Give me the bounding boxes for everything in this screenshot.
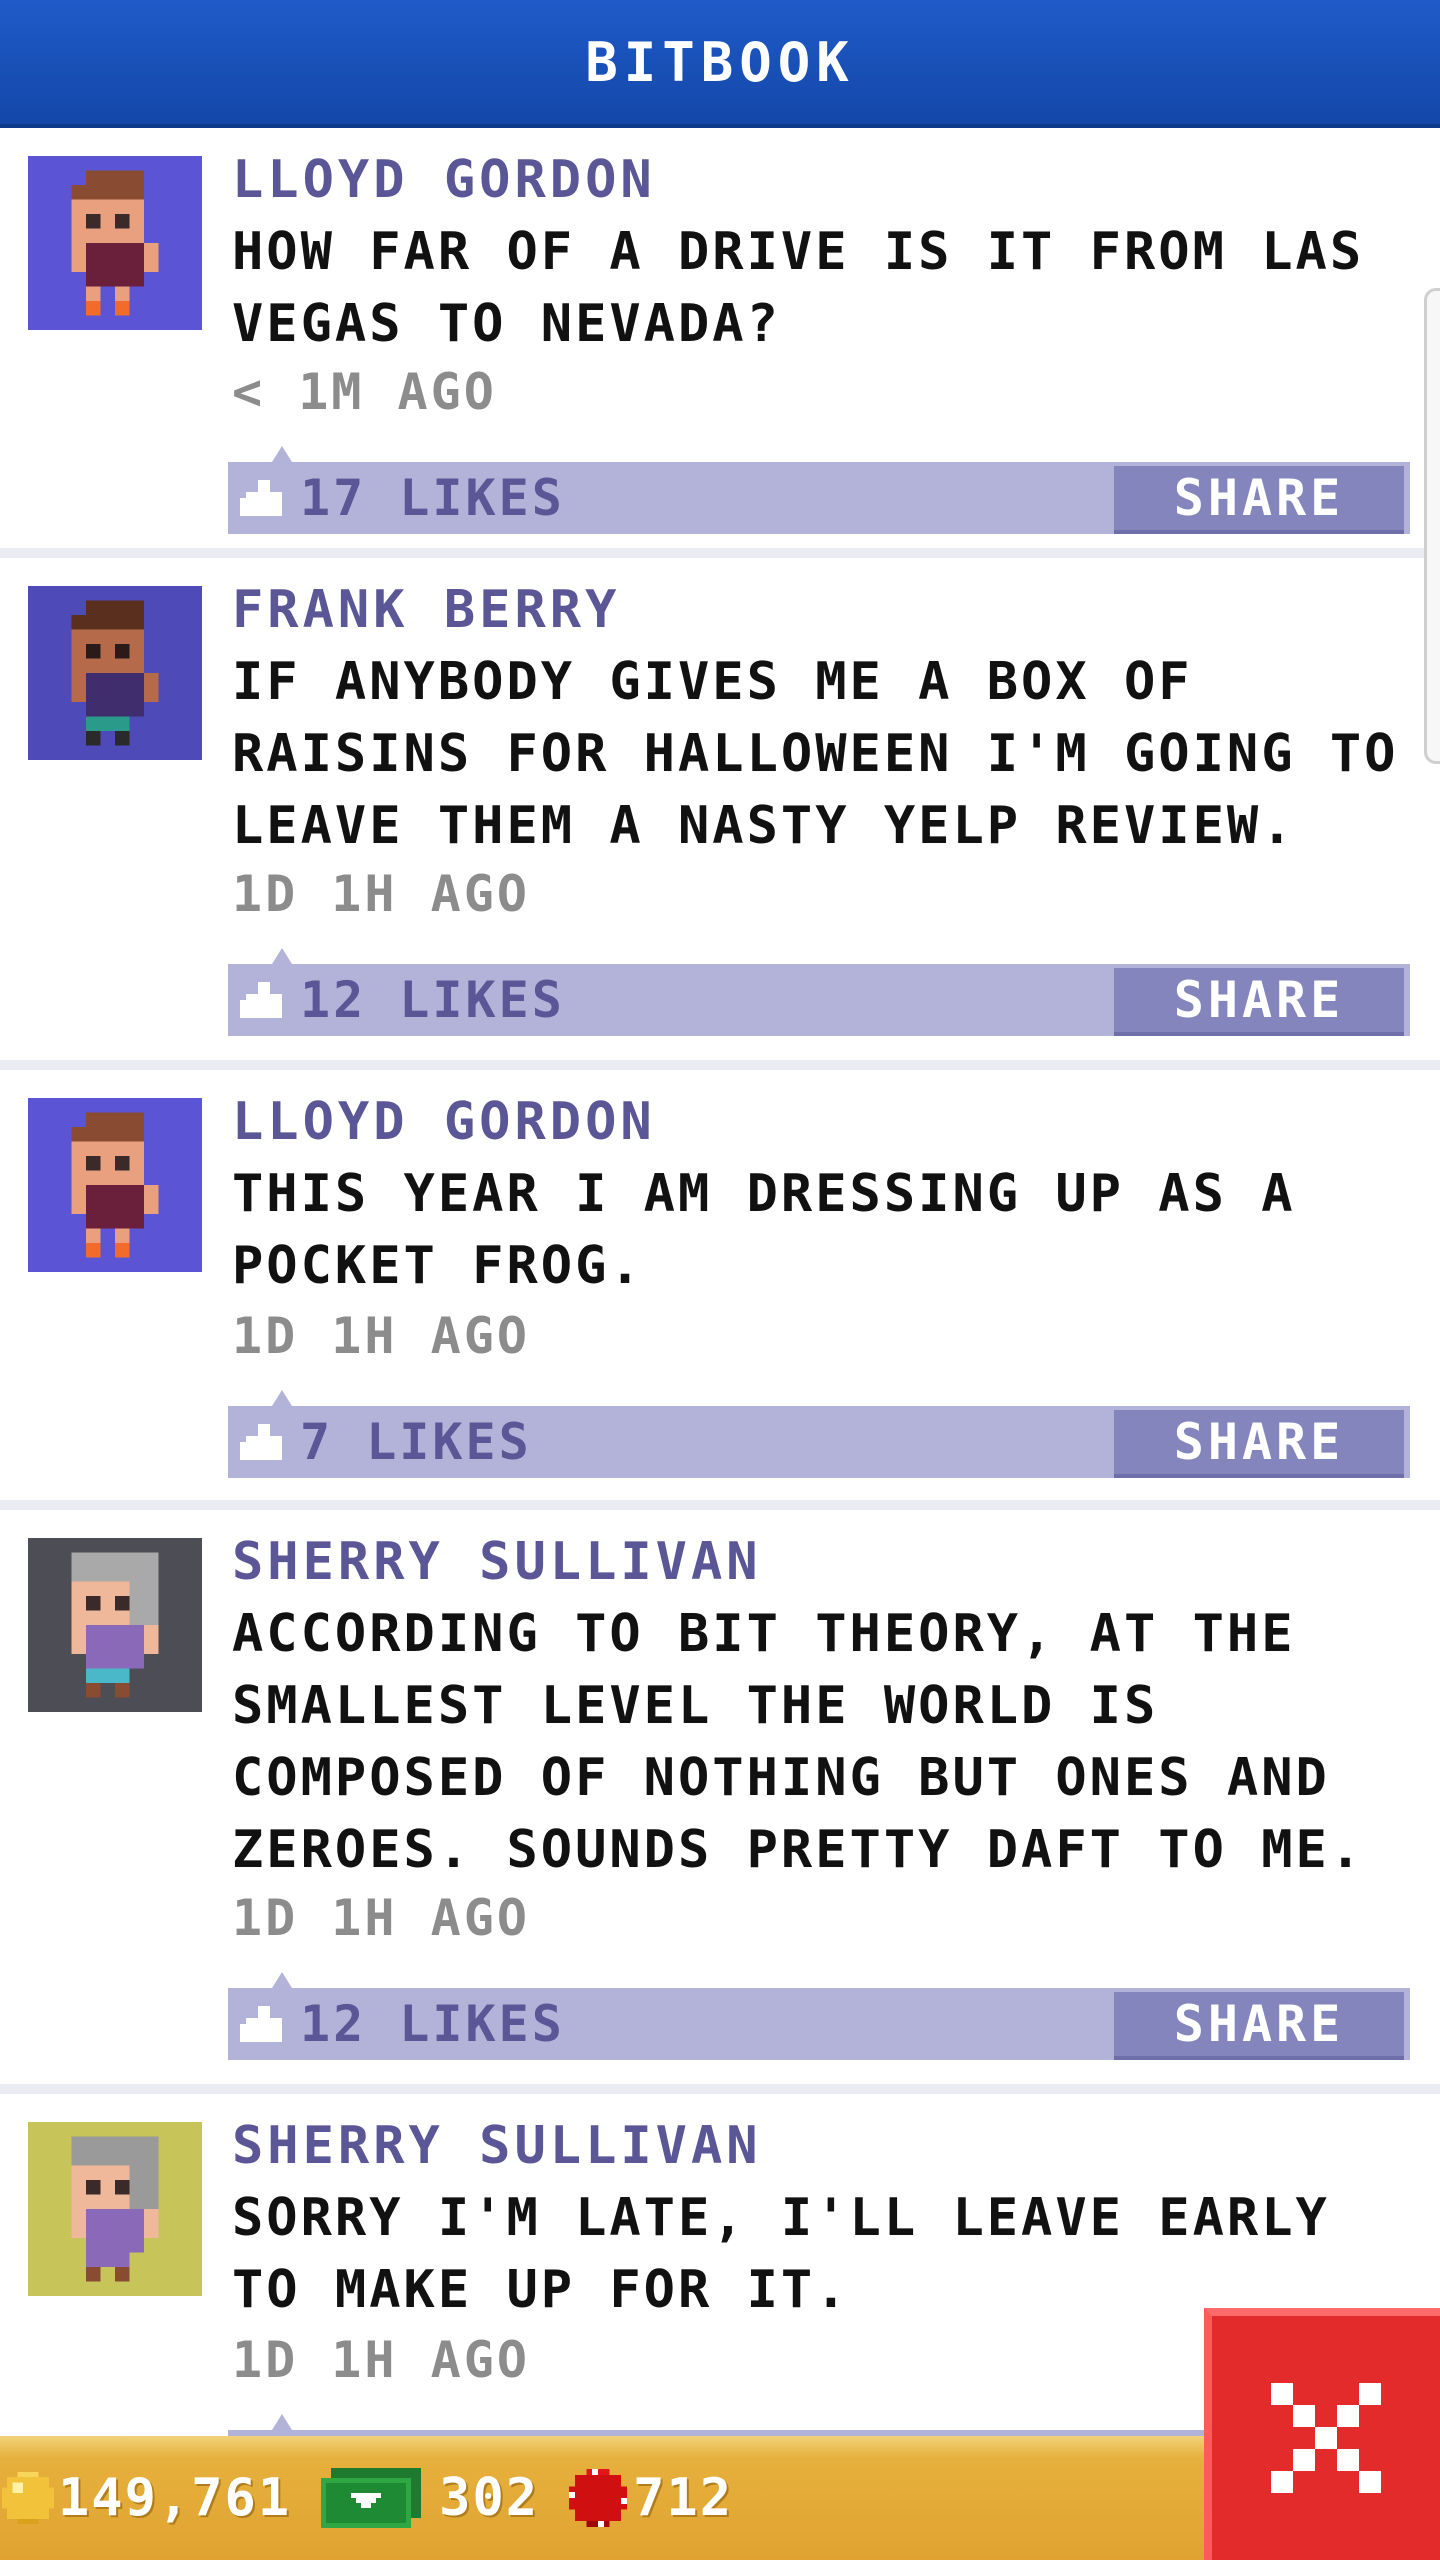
app-header: BITBOOK [0, 0, 1440, 128]
thumbs-up-icon[interactable] [240, 474, 288, 522]
avatar[interactable] [28, 156, 202, 330]
post-time: < 1M AGO [232, 363, 497, 421]
post-author: FRANK BERRY [232, 580, 621, 640]
likes-count: 17 LIKES [300, 469, 565, 527]
post-separator [0, 1060, 1440, 1070]
post-separator [0, 1500, 1440, 1510]
post-text: IF ANYBODY GIVES ME A BOX OF RAISINS FOR… [232, 652, 1399, 856]
bux-stat: 302 [291, 2468, 539, 2528]
share-button[interactable]: SHARE [1114, 968, 1404, 1036]
close-icon [1271, 2383, 1381, 2493]
post-text: ACCORDING TO BIT THEORY, AT THE SMALLEST… [232, 1604, 1365, 1880]
likes-bar: 12 LIKES SHARE [228, 948, 1410, 1036]
cash-icon [321, 2468, 422, 2528]
post-text: HOW FAR OF A DRIVE IS IT FROM LAS VEGAS … [232, 222, 1365, 354]
feed[interactable]: LLOYD GORDON HOW FAR OF A DRIVE IS IT FR… [0, 128, 1440, 2514]
share-button[interactable]: SHARE [1114, 1410, 1404, 1478]
likes-notch [272, 1972, 292, 1988]
post: LLOYD GORDON HOW FAR OF A DRIVE IS IT FR… [0, 128, 1440, 548]
avatar[interactable] [28, 1098, 202, 1272]
post: FRANK BERRY IF ANYBODY GIVES ME A BOX OF… [0, 558, 1440, 1060]
gem-icon [569, 2469, 628, 2527]
likes-bar: 12 LIKES SHARE [228, 1972, 1410, 2060]
post-text: SORRY I'M LATE, I'LL LEAVE EARLY TO MAKE… [232, 2188, 1330, 2320]
likes-bar: 7 LIKES SHARE [228, 1390, 1410, 1478]
likes-notch [272, 446, 292, 462]
post-text: THIS YEAR I AM DRESSING UP AS A POCKET F… [232, 1164, 1296, 1296]
coin-icon [2, 2472, 54, 2524]
likes-notch [272, 2414, 292, 2430]
close-button[interactable] [1204, 2308, 1440, 2560]
post: LLOYD GORDON THIS YEAR I AM DRESSING UP … [0, 1070, 1440, 1500]
post-author: LLOYD GORDON [232, 150, 656, 210]
post-author: SHERRY SULLIVAN [232, 1532, 762, 1592]
post-separator [0, 2084, 1440, 2094]
thumbs-up-icon[interactable] [240, 1418, 288, 1466]
share-button[interactable]: SHARE [1114, 1992, 1404, 2060]
likes-notch [272, 948, 292, 964]
gems-value: 712 [633, 2468, 733, 2528]
post-time: 1D 1H AGO [232, 2331, 530, 2389]
likes-count: 7 LIKES [300, 1413, 532, 1471]
post-time: 1D 1H AGO [232, 865, 530, 923]
post-time: 1D 1H AGO [232, 1307, 530, 1365]
coins-value: 149,761 [58, 2468, 292, 2528]
coins-stat: 149,761 [0, 2468, 291, 2528]
app-title: BITBOOK [585, 30, 855, 94]
post-author: SHERRY SULLIVAN [232, 2116, 762, 2176]
likes-count: 12 LIKES [300, 971, 565, 1029]
post-author: LLOYD GORDON [232, 1092, 656, 1152]
avatar[interactable] [28, 2122, 202, 2296]
likes-count: 12 LIKES [300, 1995, 565, 2053]
scroll-indicator[interactable] [1424, 288, 1440, 764]
share-button[interactable]: SHARE [1114, 466, 1404, 534]
likes-notch [272, 1390, 292, 1406]
likes-bar: 17 LIKES SHARE [228, 446, 1410, 534]
gems-stat: 712 [539, 2468, 733, 2528]
post-separator [0, 548, 1440, 558]
post-time: 1D 1H AGO [232, 1889, 530, 1947]
bux-value: 302 [439, 2468, 540, 2528]
thumbs-up-icon[interactable] [240, 976, 288, 1024]
avatar[interactable] [28, 1538, 202, 1712]
thumbs-up-icon[interactable] [240, 2000, 288, 2048]
post: SHERRY SULLIVAN ACCORDING TO BIT THEORY,… [0, 1510, 1440, 2084]
avatar[interactable] [28, 586, 202, 760]
